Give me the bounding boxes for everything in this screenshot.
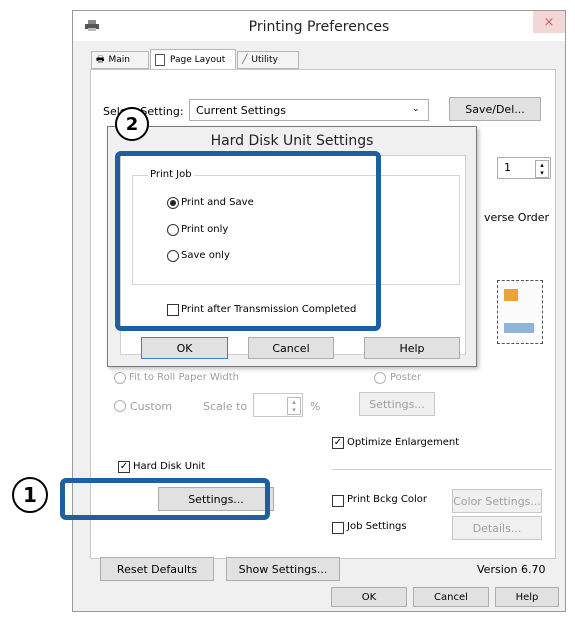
scale-to-label: Scale to bbox=[203, 400, 248, 413]
version-label: Version 6.70 bbox=[477, 563, 546, 576]
tab-page-layout-label: Page Layout bbox=[170, 55, 226, 65]
page-preview bbox=[497, 280, 543, 344]
close-icon: × bbox=[543, 14, 555, 30]
hard-disk-unit-label: Hard Disk Unit bbox=[133, 461, 206, 472]
settings-button-highlight bbox=[60, 478, 270, 520]
tab-main-label: Main bbox=[108, 55, 131, 65]
fit-roll-radio[interactable] bbox=[114, 372, 126, 384]
spinner-arrows-icon: ▴ ▾ bbox=[287, 397, 301, 415]
dialog-help-button[interactable]: Help bbox=[364, 337, 460, 359]
dialog-ok-button[interactable]: OK bbox=[141, 337, 228, 359]
tab-page-layout[interactable]: Page Layout bbox=[150, 49, 236, 70]
help-button[interactable]: Help bbox=[495, 587, 559, 607]
poster-label: Poster bbox=[390, 372, 422, 383]
preview-image-icon bbox=[504, 289, 518, 301]
poster-settings-button[interactable]: Settings... bbox=[359, 392, 435, 416]
hard-disk-unit-checkbox[interactable]: ✓ bbox=[118, 461, 130, 473]
job-settings-label: Job Settings bbox=[347, 521, 407, 532]
spinner-arrows-icon: ▴ ▾ bbox=[535, 160, 549, 178]
chevron-down-icon: ⌄ bbox=[412, 104, 420, 114]
wrench-icon: ╱ bbox=[242, 55, 248, 65]
separator bbox=[332, 469, 552, 470]
printer-icon: 🖶 bbox=[96, 55, 105, 65]
select-setting-dropdown[interactable]: Current Settings ⌄ bbox=[189, 99, 429, 121]
optimize-enlargement-label: Optimize Enlargement bbox=[347, 437, 460, 448]
details-button[interactable]: Details... bbox=[452, 516, 542, 540]
print-bckg-color-label: Print Bckg Color bbox=[347, 494, 427, 505]
copies-value: 1 bbox=[504, 161, 511, 174]
page-icon bbox=[155, 54, 165, 66]
print-job-highlight bbox=[115, 151, 381, 331]
save-del-button[interactable]: Save/Del... bbox=[449, 97, 541, 121]
window-title: Printing Preferences bbox=[248, 19, 390, 35]
close-button[interactable]: × bbox=[533, 11, 565, 33]
scale-spinner[interactable]: ▴ ▾ bbox=[253, 393, 303, 417]
fit-roll-label: Fit to Roll Paper Width bbox=[129, 372, 240, 383]
reset-defaults-button[interactable]: Reset Defaults bbox=[100, 557, 214, 581]
tab-main[interactable]: 🖶 Main bbox=[91, 51, 149, 69]
copies-spinner[interactable]: 1 ▴ ▾ bbox=[497, 157, 551, 179]
cancel-button[interactable]: Cancel bbox=[413, 587, 489, 607]
color-settings-button[interactable]: Color Settings... bbox=[452, 489, 542, 513]
custom-label: Custom bbox=[130, 400, 173, 413]
print-bckg-color-checkbox[interactable] bbox=[332, 495, 344, 507]
ok-button[interactable]: OK bbox=[331, 587, 407, 607]
percent-label: % bbox=[310, 400, 321, 413]
optimize-enlargement-checkbox[interactable]: ✓ bbox=[332, 437, 344, 449]
reverse-order-label: verse Order bbox=[484, 211, 550, 224]
title-bar: Printing Preferences × bbox=[73, 11, 565, 41]
job-settings-checkbox[interactable] bbox=[332, 522, 344, 534]
callout-1-number: 1 bbox=[23, 483, 37, 507]
poster-radio[interactable] bbox=[374, 372, 386, 384]
dialog-cancel-button[interactable]: Cancel bbox=[248, 337, 334, 359]
preview-chart-icon bbox=[504, 323, 534, 333]
callout-2: 2 bbox=[115, 107, 149, 141]
show-settings-button[interactable]: Show Settings... bbox=[226, 557, 340, 581]
dialog-title: Hard Disk Unit Settings bbox=[210, 133, 374, 149]
select-setting-value: Current Settings bbox=[196, 104, 286, 117]
callout-2-number: 2 bbox=[125, 113, 139, 135]
tab-utility-label: Utility bbox=[251, 55, 278, 65]
custom-radio[interactable] bbox=[114, 400, 126, 412]
callout-1: 1 bbox=[12, 477, 48, 513]
tab-utility[interactable]: ╱ Utility bbox=[237, 51, 299, 69]
